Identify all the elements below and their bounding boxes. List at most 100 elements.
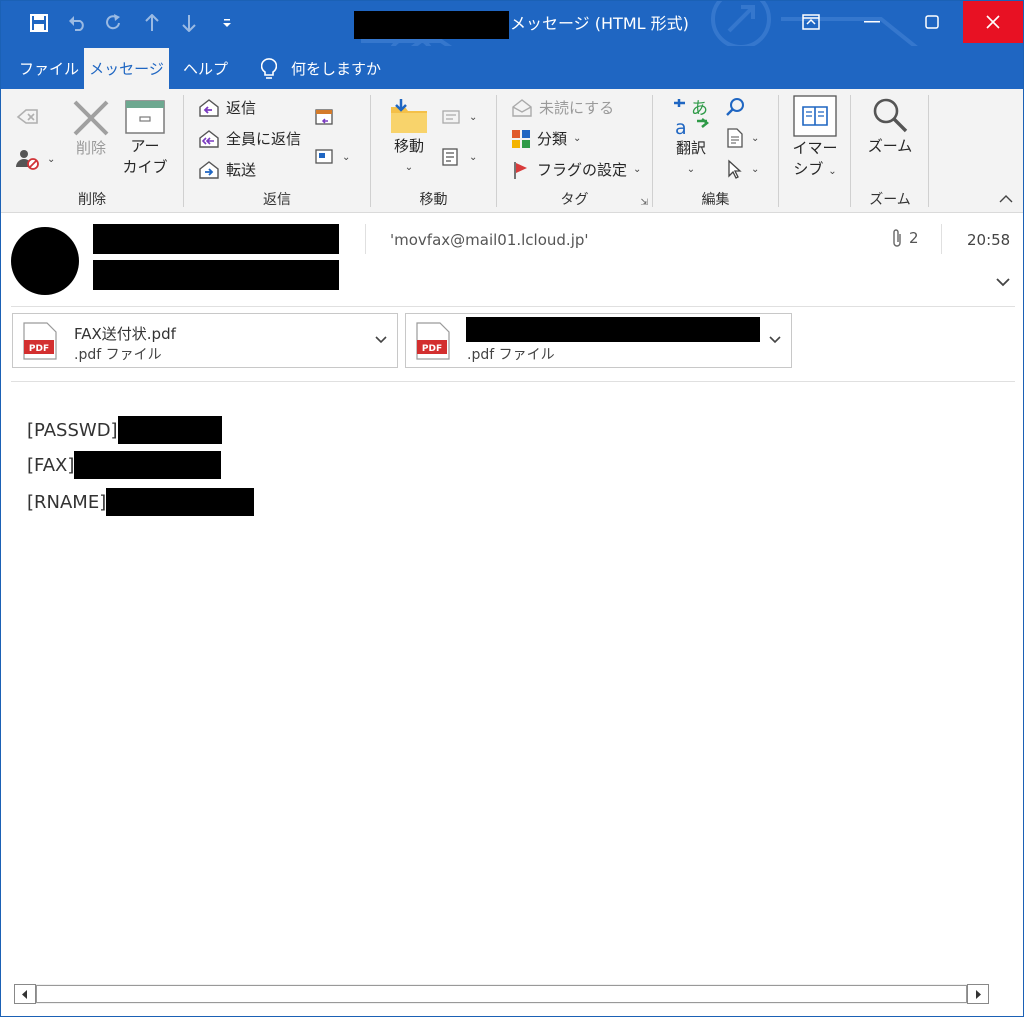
categorize-button[interactable]: 分類 ⌄ [511, 128, 581, 149]
scrollbar-thumb[interactable] [36, 985, 967, 1003]
fax-label: [FAX] [27, 454, 75, 476]
reply-all-button[interactable]: 全員に返信 [198, 128, 301, 149]
group-label-delete: 削除 [78, 192, 106, 208]
sender-redaction [93, 224, 339, 254]
chevron-down-icon: ⌄ [751, 163, 760, 175]
customize-icon[interactable] [215, 11, 239, 35]
translate-label: 翻訳 [675, 139, 706, 157]
reply-button[interactable]: 返信 [198, 97, 256, 118]
horizontal-scrollbar[interactable] [14, 984, 989, 1004]
chevron-down-icon[interactable] [373, 332, 389, 348]
close-button[interactable] [963, 1, 1023, 43]
arrow-left-icon [22, 989, 27, 999]
tab-help[interactable]: ヘルプ [171, 48, 240, 89]
group-label-move: 移動 [419, 192, 448, 208]
attachment-type: .pdf ファイル [467, 347, 555, 363]
delete-button[interactable]: 削除 [69, 99, 113, 158]
reply-all-icon [199, 129, 219, 148]
search-icon [726, 98, 744, 116]
avatar[interactable] [11, 227, 79, 295]
redo-icon[interactable] [102, 11, 126, 35]
chevron-up-icon [999, 195, 1013, 203]
archive-label-1: アー [130, 137, 160, 155]
zoom-button[interactable]: ズーム [867, 95, 913, 156]
reply-all-label: 全員に返信 [226, 130, 302, 148]
message-body[interactable]: [PASSWD] [FAX] [RNAME] [1, 382, 1023, 982]
select-button[interactable]: ⌄ [725, 159, 759, 179]
scroll-left-button[interactable] [14, 984, 36, 1004]
immersive-reader-button[interactable]: イマー シブ ⌄ [793, 95, 838, 181]
received-time: 20:58 [967, 231, 1011, 249]
move-button[interactable]: 移動 ⌄ [387, 97, 431, 177]
minimize-button[interactable] [845, 1, 899, 43]
junk-button[interactable]: ⌄ [15, 147, 55, 171]
rname-redaction [106, 488, 255, 516]
ribbon-display-options-button[interactable] [784, 1, 838, 43]
attachment-type: .pdf ファイル [74, 347, 162, 363]
archive-label-2: カイブ [122, 158, 168, 176]
forward-button[interactable]: 転送 [198, 159, 256, 180]
flag-icon [514, 161, 527, 179]
body-line-fax: [FAX] [27, 451, 222, 479]
group-tags: 未読にする 分類 ⌄ フラグの設定 ⌄ タグ ⇲ [497, 89, 652, 213]
svg-text:PDF: PDF [422, 344, 442, 354]
chevron-down-icon[interactable] [767, 332, 783, 348]
arrow-right-icon [976, 989, 981, 999]
zoom-label: ズーム [867, 137, 913, 155]
passwd-label: [PASSWD] [27, 419, 118, 441]
chevron-down-icon: ⌄ [47, 153, 56, 165]
tags-dialog-launcher-icon[interactable]: ⇲ [640, 198, 648, 208]
body-line-passwd: [PASSWD] [27, 416, 222, 444]
group-label-tags: タグ [560, 192, 589, 208]
up-icon[interactable] [140, 11, 164, 35]
down-icon[interactable] [177, 11, 201, 35]
attachment-name-redaction [466, 317, 760, 342]
related-button[interactable]: ⌄ [725, 128, 759, 148]
attachment-count-value: 2 [909, 229, 919, 247]
chevron-down-icon: ⌄ [469, 151, 478, 163]
more-respond-button[interactable]: ⌄ [314, 147, 350, 167]
save-icon[interactable] [27, 11, 51, 35]
mark-unread-label: 未読にする [539, 99, 615, 117]
group-move: 移動 ⌄ ⌄ ⌄ 移動 [371, 89, 496, 213]
find-button[interactable] [725, 97, 745, 117]
chevron-down-icon: ⌄ [686, 164, 696, 175]
attachment-count: 2 [891, 228, 919, 248]
undo-icon[interactable] [65, 11, 89, 35]
collapse-ribbon-button[interactable] [999, 192, 1013, 208]
attachment-item[interactable]: PDF FAX送付状.pdf .pdf ファイル [12, 313, 398, 368]
follow-up-flag-button[interactable]: フラグの設定 ⌄ [511, 159, 641, 180]
maximize-button[interactable] [905, 1, 959, 43]
chevron-down-icon: ⌄ [404, 162, 414, 173]
translate-icon: あ a [674, 99, 710, 137]
ignore-button[interactable] [15, 105, 41, 129]
mark-unread-button[interactable]: 未読にする [511, 97, 614, 118]
tell-me-search[interactable]: 何をしますか [249, 48, 393, 89]
pdf-icon: PDF [23, 322, 57, 360]
menu-bar: ファイル メッセージ ヘルプ 何をしますか [1, 46, 1023, 89]
chevron-down-icon: ⌄ [573, 133, 582, 144]
archive-button[interactable]: アー カイブ [121, 99, 169, 177]
tab-file[interactable]: ファイル [7, 48, 91, 89]
scroll-right-button[interactable] [967, 984, 989, 1004]
ribbon-separator [928, 95, 929, 207]
tell-me-label: 何をしますか [291, 60, 382, 78]
title-bar: メッセージ (HTML 形式) [1, 1, 1023, 83]
forward-icon [199, 160, 219, 179]
reply-label: 返信 [226, 99, 257, 117]
meeting-reply-button[interactable] [314, 107, 336, 127]
categorize-icon [512, 129, 530, 148]
lightbulb-icon [261, 57, 277, 80]
fax-redaction [74, 451, 222, 479]
expand-header-button[interactable] [993, 272, 1013, 292]
attachment-item[interactable]: PDF .pdf ファイル [405, 313, 792, 368]
to-recipient[interactable]: 'movfax@mail01.lcloud.jp' [390, 231, 589, 249]
translate-button[interactable]: あ a 翻訳 ⌄ [669, 97, 713, 179]
rules-button[interactable]: ⌄ [441, 107, 477, 127]
group-zoom: ズーム ズーム [851, 89, 929, 213]
body-line-rname: [RNAME] [27, 488, 255, 516]
actions-button[interactable]: ⌄ [441, 147, 477, 167]
chevron-down-icon: ⌄ [342, 151, 351, 163]
unread-icon [512, 98, 532, 117]
tab-message[interactable]: メッセージ [84, 48, 169, 89]
